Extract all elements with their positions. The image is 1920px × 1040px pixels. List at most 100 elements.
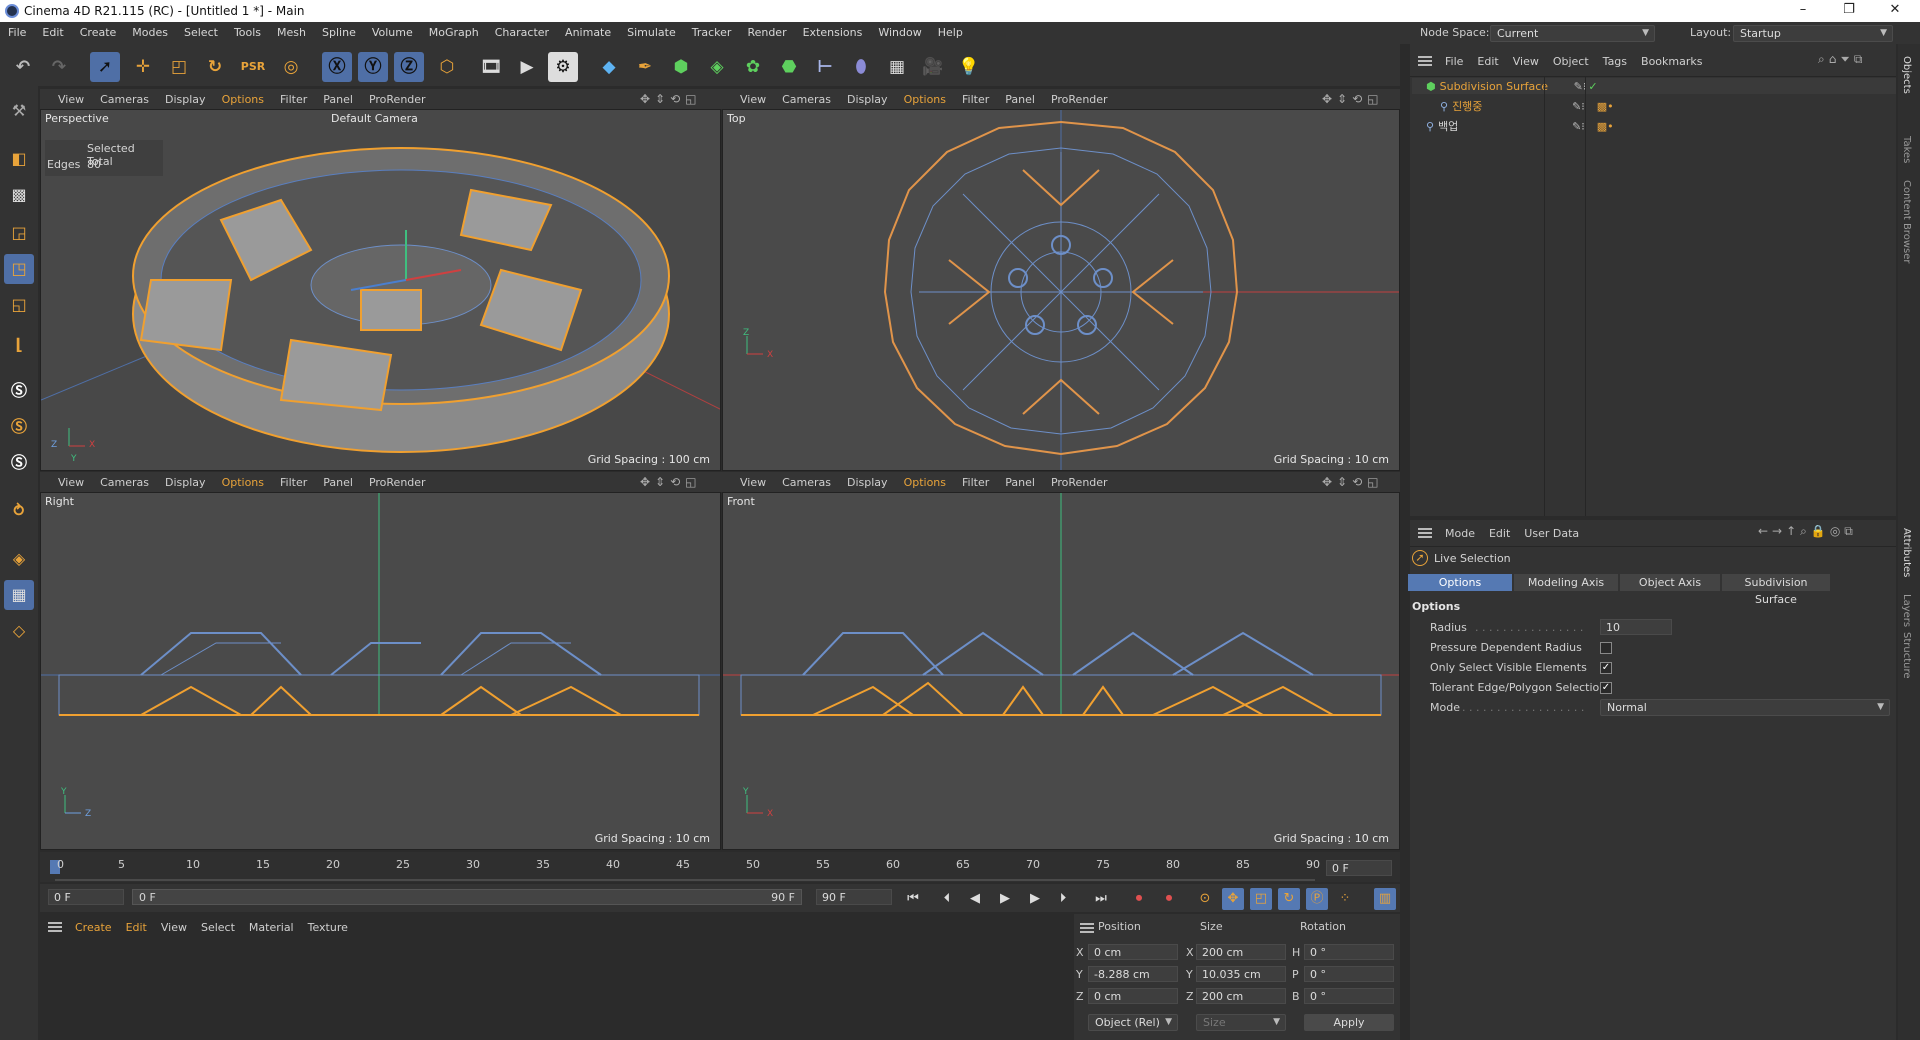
size-y-field[interactable]: 10.035 cm xyxy=(1196,966,1286,982)
vp-menu-options[interactable]: Options xyxy=(214,476,272,489)
soft-selection-icon[interactable]: Ⓢ xyxy=(4,376,34,406)
om-menu-object[interactable]: Object xyxy=(1546,55,1596,68)
redo-icon[interactable]: ↷ xyxy=(44,52,74,82)
menu-simulate[interactable]: Simulate xyxy=(619,22,684,44)
rotate-icon[interactable]: ↻ xyxy=(200,52,230,82)
visible-elements-checkbox[interactable]: ✓ xyxy=(1600,662,1612,674)
y-axis-lock-icon[interactable]: Ⓨ xyxy=(358,52,388,82)
vp-menu-view[interactable]: View xyxy=(50,93,92,106)
menu-icon[interactable] xyxy=(1080,923,1094,933)
scale-icon[interactable]: ◰ xyxy=(164,52,194,82)
camera-icon[interactable]: 🎥 xyxy=(918,52,948,82)
pressure-checkbox[interactable] xyxy=(1600,642,1612,654)
mm-menu-select[interactable]: Select xyxy=(194,921,242,934)
vp-menu-view[interactable]: View xyxy=(50,476,92,489)
vp-menu-display[interactable]: Display xyxy=(157,93,214,106)
coordinate-mode-dropdown[interactable]: Object (Rel) ▼ xyxy=(1088,1014,1178,1031)
live-selection-icon[interactable]: ➚ xyxy=(90,52,120,82)
mm-menu-material[interactable]: Material xyxy=(242,921,301,934)
vp-menu-cameras[interactable]: Cameras xyxy=(774,93,839,106)
vp-menu-panel[interactable]: Panel xyxy=(997,476,1043,489)
tab-options[interactable]: Options xyxy=(1408,574,1512,591)
menu-render[interactable]: Render xyxy=(739,22,794,44)
coordinate-system-icon[interactable]: ⬡ xyxy=(432,52,462,82)
mm-menu-edit[interactable]: Edit xyxy=(119,921,154,934)
vp-menu-cameras[interactable]: Cameras xyxy=(92,476,157,489)
snap-icon[interactable]: Ⓢ xyxy=(4,412,34,442)
cloner-icon[interactable]: ✿ xyxy=(738,52,768,82)
menu-mograph[interactable]: MoGraph xyxy=(421,22,487,44)
viewport-right[interactable]: Right Y Z Grid Spacing : 10 cm xyxy=(40,492,721,850)
previous-frame-icon[interactable]: ◀ xyxy=(964,888,986,910)
go-to-start-icon[interactable]: ⏮ xyxy=(902,888,924,910)
material-tag-icon[interactable]: ▩• xyxy=(1597,100,1614,113)
menu-volume[interactable]: Volume xyxy=(364,22,421,44)
axis-mode-icon[interactable]: ⌊ xyxy=(4,330,34,360)
menu-modes[interactable]: Modes xyxy=(124,22,176,44)
field-icon[interactable]: ⬮ xyxy=(846,52,876,82)
scale-key-icon[interactable]: ◰ xyxy=(1250,888,1272,910)
visibility-icon[interactable]: ✎⁝ xyxy=(1572,100,1585,113)
vp-menu-display[interactable]: Display xyxy=(839,476,896,489)
record-keys-icon[interactable]: ⏺ xyxy=(1128,888,1150,910)
viewport-front[interactable]: Front Y X Grid Spacing : 10 cm xyxy=(722,492,1400,850)
floor-icon[interactable]: ▦ xyxy=(882,52,912,82)
make-editable-icon[interactable]: ⚒ xyxy=(4,96,34,126)
visibility-icon[interactable]: ✎⁝ xyxy=(1572,120,1585,133)
planar-workplane-icon[interactable]: ◇ xyxy=(4,616,34,646)
vp-menu-prorender[interactable]: ProRender xyxy=(1043,476,1116,489)
undo-icon[interactable]: ↶ xyxy=(8,52,38,82)
viewport-nav-icons[interactable]: ✥⇕⟲◱ xyxy=(1322,92,1384,106)
am-menu-user-data[interactable]: User Data xyxy=(1517,527,1586,540)
vp-menu-options[interactable]: Options xyxy=(896,476,954,489)
object-row[interactable]: ⚲ 백업 ✎⁝ ▩• xyxy=(1412,118,1896,134)
size-mode-dropdown[interactable]: Size ▼ xyxy=(1196,1014,1286,1031)
size-z-field[interactable]: 200 cm xyxy=(1196,988,1286,1004)
end-frame-field[interactable]: 90 F xyxy=(816,889,892,905)
tab-structure[interactable]: Structure xyxy=(1901,632,1912,679)
move-icon[interactable]: ✛ xyxy=(128,52,158,82)
vp-menu-filter[interactable]: Filter xyxy=(954,93,997,106)
tab-modeling-axis[interactable]: Modeling Axis xyxy=(1514,574,1618,591)
render-view-icon[interactable]: 🎞 xyxy=(476,52,506,82)
menu-animate[interactable]: Animate xyxy=(557,22,619,44)
edges-mode-icon[interactable]: ◳ xyxy=(4,254,34,284)
next-key-icon[interactable]: ⏵ xyxy=(1052,888,1074,910)
om-menu-bookmarks[interactable]: Bookmarks xyxy=(1634,55,1709,68)
menu-tracker[interactable]: Tracker xyxy=(684,22,740,44)
quick-cursor-icon[interactable]: ◎ xyxy=(276,52,306,82)
mograph-cloner-icon[interactable]: ⬣ xyxy=(774,52,804,82)
om-menu-edit[interactable]: Edit xyxy=(1470,55,1505,68)
vp-menu-cameras[interactable]: Cameras xyxy=(774,476,839,489)
mm-menu-view[interactable]: View xyxy=(154,921,194,934)
menu-create[interactable]: Create xyxy=(72,22,125,44)
tab-attributes[interactable]: Attributes xyxy=(1901,528,1912,577)
object-row[interactable]: ⚲ 진행중 ✎⁝ ▩• xyxy=(1412,98,1896,114)
tab-object-axis[interactable]: Object Axis xyxy=(1620,574,1720,591)
position-z-field[interactable]: 0 cm xyxy=(1088,988,1178,1004)
vp-menu-filter[interactable]: Filter xyxy=(954,476,997,489)
recent-tools-icon[interactable]: PSR xyxy=(238,52,268,82)
object-row[interactable]: ⬢ Subdivision Surface ✎⁝ ✓ xyxy=(1412,78,1896,94)
node-space-dropdown[interactable]: Current (Standard/Physical)▼ xyxy=(1490,25,1655,55)
vp-menu-display[interactable]: Display xyxy=(157,476,214,489)
render-to-picture-viewer-icon[interactable]: ▶ xyxy=(512,52,542,82)
vp-menu-filter[interactable]: Filter xyxy=(272,476,315,489)
menu-icon[interactable] xyxy=(48,922,62,932)
om-menu-tags[interactable]: Tags xyxy=(1596,55,1634,68)
frame-range-slider[interactable]: 0 F 90 F xyxy=(132,889,802,905)
menu-mesh[interactable]: Mesh xyxy=(269,22,314,44)
light-icon[interactable]: 💡 xyxy=(954,52,984,82)
solo-icon[interactable]: Ⓢ xyxy=(4,448,34,478)
vp-menu-options[interactable]: Options xyxy=(214,93,272,106)
points-mode-icon[interactable]: ◲ xyxy=(4,218,34,248)
vp-menu-panel[interactable]: Panel xyxy=(997,93,1043,106)
am-menu-mode[interactable]: Mode xyxy=(1438,527,1482,540)
menu-tools[interactable]: Tools xyxy=(226,22,269,44)
mm-menu-texture[interactable]: Texture xyxy=(301,921,355,934)
mm-menu-create[interactable]: Create xyxy=(68,921,119,934)
menu-select[interactable]: Select xyxy=(176,22,226,44)
z-axis-lock-icon[interactable]: Ⓩ xyxy=(394,52,424,82)
pen-spline-icon[interactable]: ✒ xyxy=(630,52,660,82)
enabled-check-icon[interactable]: ✓ xyxy=(1588,80,1597,93)
